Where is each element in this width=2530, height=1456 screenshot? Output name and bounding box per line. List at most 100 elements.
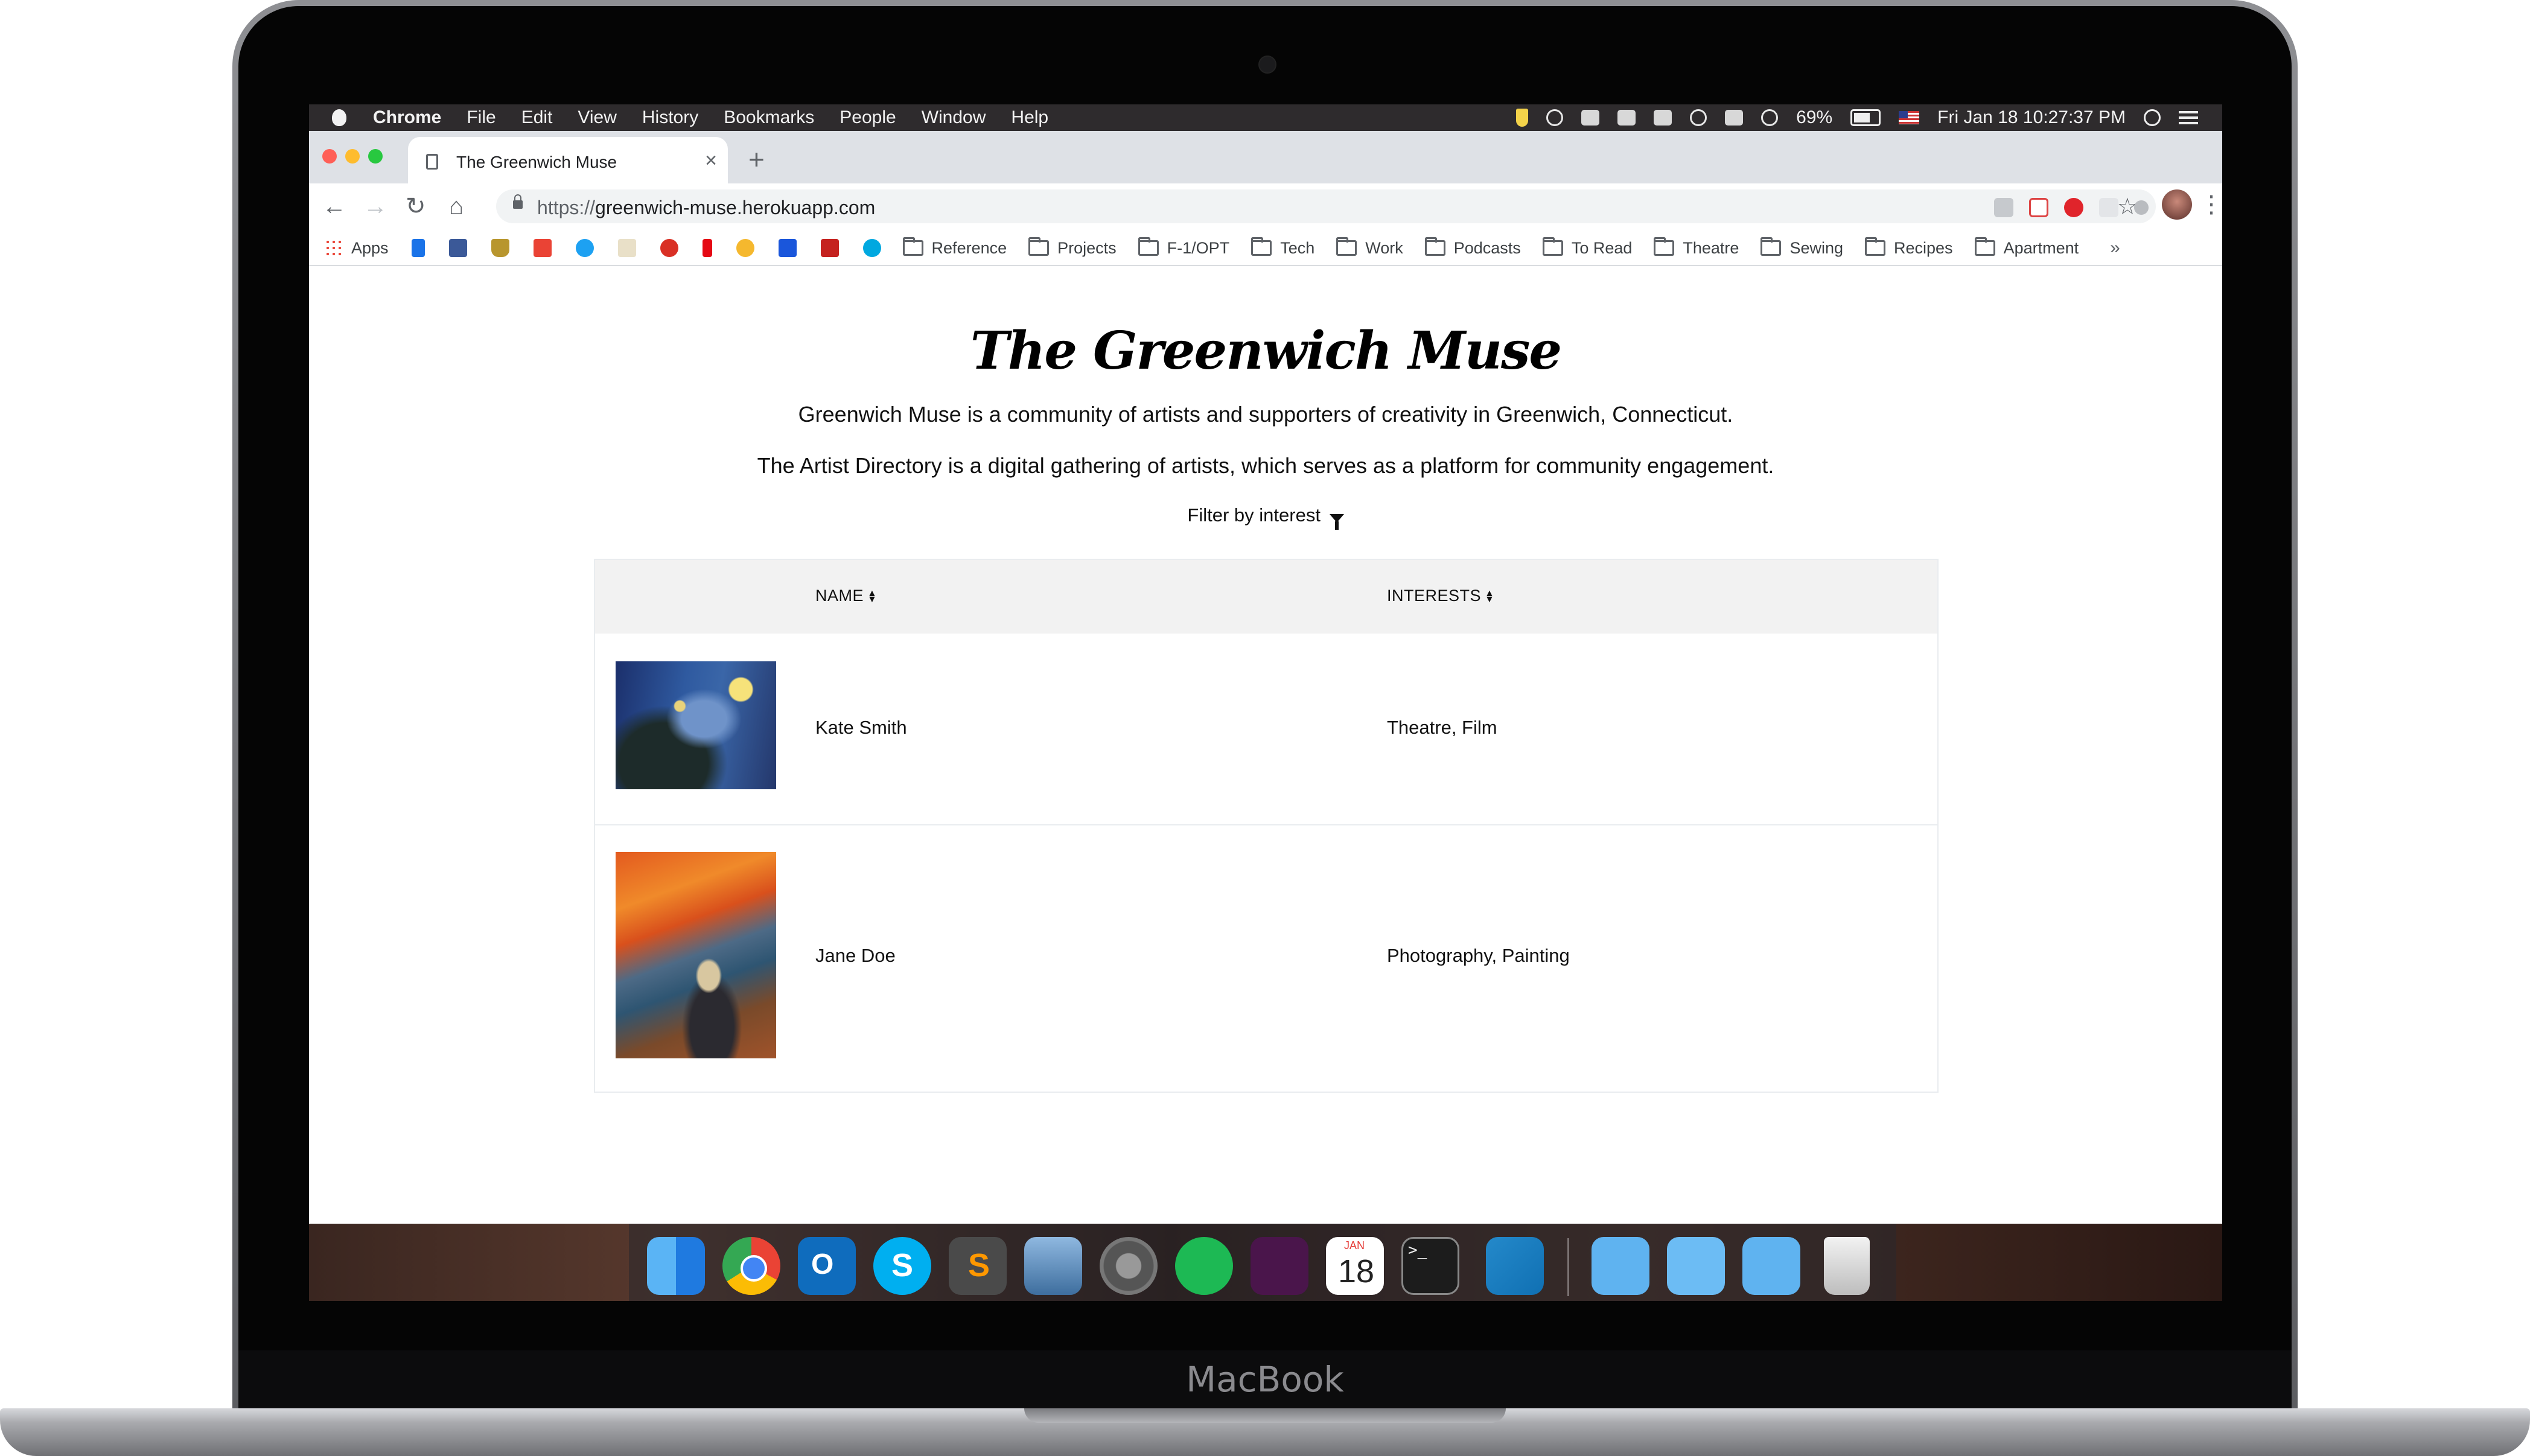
home-icon[interactable]: ⌂ [449, 194, 464, 218]
extension-icon-5[interactable] [2134, 200, 2149, 215]
us-flag-input-icon[interactable] [1899, 111, 1920, 124]
slack-icon[interactable] [1251, 1237, 1308, 1295]
bookmark-folder-podcasts[interactable]: Podcasts [1424, 237, 1521, 258]
battery-icon[interactable] [1850, 109, 1881, 126]
chrome-menu-icon[interactable]: ⋮ [2199, 191, 2222, 218]
macos-dock: O S S JAN 18 >_ [309, 1224, 2222, 1301]
bookmarks-overflow-chevron-icon[interactable]: » [2110, 238, 2120, 258]
address-bar[interactable]: https://greenwich-muse.herokuapp.com ☆ [496, 189, 2156, 223]
tab-greenwich-muse[interactable]: The Greenwich Muse × [408, 137, 728, 183]
bookmark-folder-recipes[interactable]: Recipes [1865, 237, 1953, 258]
skype-icon[interactable]: S [873, 1237, 931, 1295]
spotify-icon[interactable] [1175, 1237, 1233, 1295]
menu-bar-status-area: 69% Fri Jan 18 10:27:37 PM [1516, 104, 2198, 131]
apps-grid-icon [325, 239, 343, 257]
do-not-disturb-icon[interactable] [1690, 109, 1707, 126]
preview-icon[interactable] [1024, 1237, 1082, 1295]
extension-icon-1[interactable] [1994, 198, 2013, 217]
airplay-icon[interactable] [1725, 110, 1744, 126]
opera-extension-icon[interactable] [2064, 198, 2083, 217]
bookmark-apps[interactable]: Apps [325, 239, 389, 258]
menu-file[interactable]: File [467, 107, 495, 128]
att-bookmark-icon[interactable] [862, 239, 881, 257]
gmail-bookmark-icon[interactable] [533, 239, 552, 257]
bookmark-folder-work[interactable]: Work [1336, 237, 1403, 258]
tab-close-icon[interactable]: × [705, 149, 717, 173]
menu-history[interactable]: History [642, 107, 698, 128]
bookmark-folder-projects[interactable]: Projects [1028, 237, 1117, 258]
creative-cloud-icon[interactable] [1546, 109, 1564, 126]
wifi-icon[interactable] [1761, 109, 1779, 126]
bookmark-folder-f1-opt[interactable]: F-1/OPT [1138, 237, 1229, 258]
artist-thumbnail-the-scream[interactable] [616, 852, 776, 1058]
twitter-bookmark-icon[interactable] [575, 239, 594, 257]
downloads-folder-icon[interactable] [1742, 1237, 1800, 1295]
menu-help[interactable]: Help [1011, 107, 1048, 128]
system-preferences-icon[interactable] [1100, 1237, 1158, 1295]
terminal-icon[interactable]: >_ [1401, 1237, 1459, 1295]
documents-folder-icon[interactable] [1667, 1237, 1725, 1295]
bookmark-folder-sewing[interactable]: Sewing [1760, 237, 1843, 258]
intro-paragraph-2: The Artist Directory is a digital gather… [757, 453, 1774, 478]
sort-by-name-header[interactable]: NAME ▲ ▼ [815, 587, 877, 605]
finder-icon[interactable] [647, 1237, 705, 1295]
sublime-icon[interactable]: S [949, 1237, 1007, 1295]
extension-calendar-icon[interactable] [2029, 198, 2048, 217]
window-minimize-button[interactable] [345, 149, 360, 164]
network-tool-icon[interactable] [1581, 110, 1600, 126]
trash-icon[interactable] [1824, 1237, 1870, 1295]
window-close-button[interactable] [322, 149, 337, 164]
yellow-bookmark-icon[interactable] [736, 239, 754, 257]
vscode-icon[interactable] [1486, 1237, 1544, 1295]
forward-arrow-icon[interactable]: → [363, 194, 387, 218]
facebook-bookmark-icon[interactable] [448, 239, 467, 257]
back-arrow-icon[interactable]: ← [322, 194, 346, 218]
os-bookmark-icon[interactable] [820, 239, 839, 257]
bookmark-folder-label: Theatre [1683, 238, 1739, 257]
menu-clock[interactable]: Fri Jan 18 10:27:37 PM [1937, 107, 2126, 128]
bookmark-folder-tech[interactable]: Tech [1251, 237, 1314, 258]
netflix-bookmark-icon[interactable] [702, 239, 712, 257]
browser-toolbar: ← → ↻ ⌂ https://greenwich-muse.herokuapp… [309, 183, 2222, 231]
bookmark-folder-theatre[interactable]: Theatre [1654, 237, 1739, 258]
applications-folder-icon[interactable] [1592, 1237, 1649, 1295]
window-fullscreen-button[interactable] [368, 149, 383, 164]
shield-bookmark-icon[interactable] [491, 239, 509, 257]
download-bookmark-icon[interactable] [411, 239, 425, 257]
bookmark-folder-apartment[interactable]: Apartment [1974, 237, 2079, 258]
apple-logo-icon[interactable] [332, 109, 346, 126]
outlook-icon[interactable]: O [798, 1237, 856, 1295]
table-row[interactable]: Jane Doe Photography, Painting [595, 824, 1937, 1093]
table-header: NAME ▲ ▼ INTERESTS ▲ ▼ [595, 560, 1937, 634]
filter-by-interest-toggle[interactable]: Filter by interest [309, 504, 2222, 530]
chrome-icon[interactable] [722, 1237, 780, 1295]
lock-icon[interactable] [513, 194, 523, 209]
new-tab-button[interactable]: + [748, 143, 765, 176]
window-tool-icon[interactable] [1654, 110, 1672, 126]
calendar-icon[interactable]: JAN 18 [1326, 1237, 1384, 1295]
folder-icon [1424, 237, 1445, 256]
printer-icon[interactable] [1617, 110, 1636, 126]
menu-people[interactable]: People [840, 107, 896, 128]
menu-bookmarks[interactable]: Bookmarks [724, 107, 814, 128]
spotlight-search-icon[interactable] [2144, 109, 2161, 126]
menu-edit[interactable]: Edit [521, 107, 553, 128]
red-circle-bookmark-icon[interactable] [660, 239, 678, 257]
table-row[interactable]: Kate Smith Theatre, Film [595, 634, 1937, 825]
extension-icon-4[interactable] [2099, 198, 2118, 217]
sort-by-interests-header[interactable]: INTERESTS ▲ ▼ [1387, 587, 1494, 605]
profile-avatar[interactable] [2162, 189, 2192, 220]
medium-bookmark-icon[interactable] [778, 239, 797, 257]
bookmark-folder-to-read[interactable]: To Read [1542, 237, 1632, 258]
goodreads-bookmark-icon[interactable] [617, 239, 636, 257]
menu-app-name[interactable]: Chrome [373, 107, 441, 128]
address-bar-url[interactable]: https://greenwich-muse.herokuapp.com [537, 197, 875, 219]
battery-percent[interactable]: 69% [1796, 107, 1832, 128]
notification-center-icon[interactable] [2179, 111, 2198, 124]
menu-view[interactable]: View [578, 107, 616, 128]
shield-status-icon[interactable] [1516, 109, 1529, 127]
artist-thumbnail-starry-night[interactable] [616, 661, 776, 789]
reload-icon[interactable]: ↻ [406, 194, 426, 218]
menu-window[interactable]: Window [922, 107, 986, 128]
bookmark-folder-reference[interactable]: Reference [902, 237, 1007, 258]
